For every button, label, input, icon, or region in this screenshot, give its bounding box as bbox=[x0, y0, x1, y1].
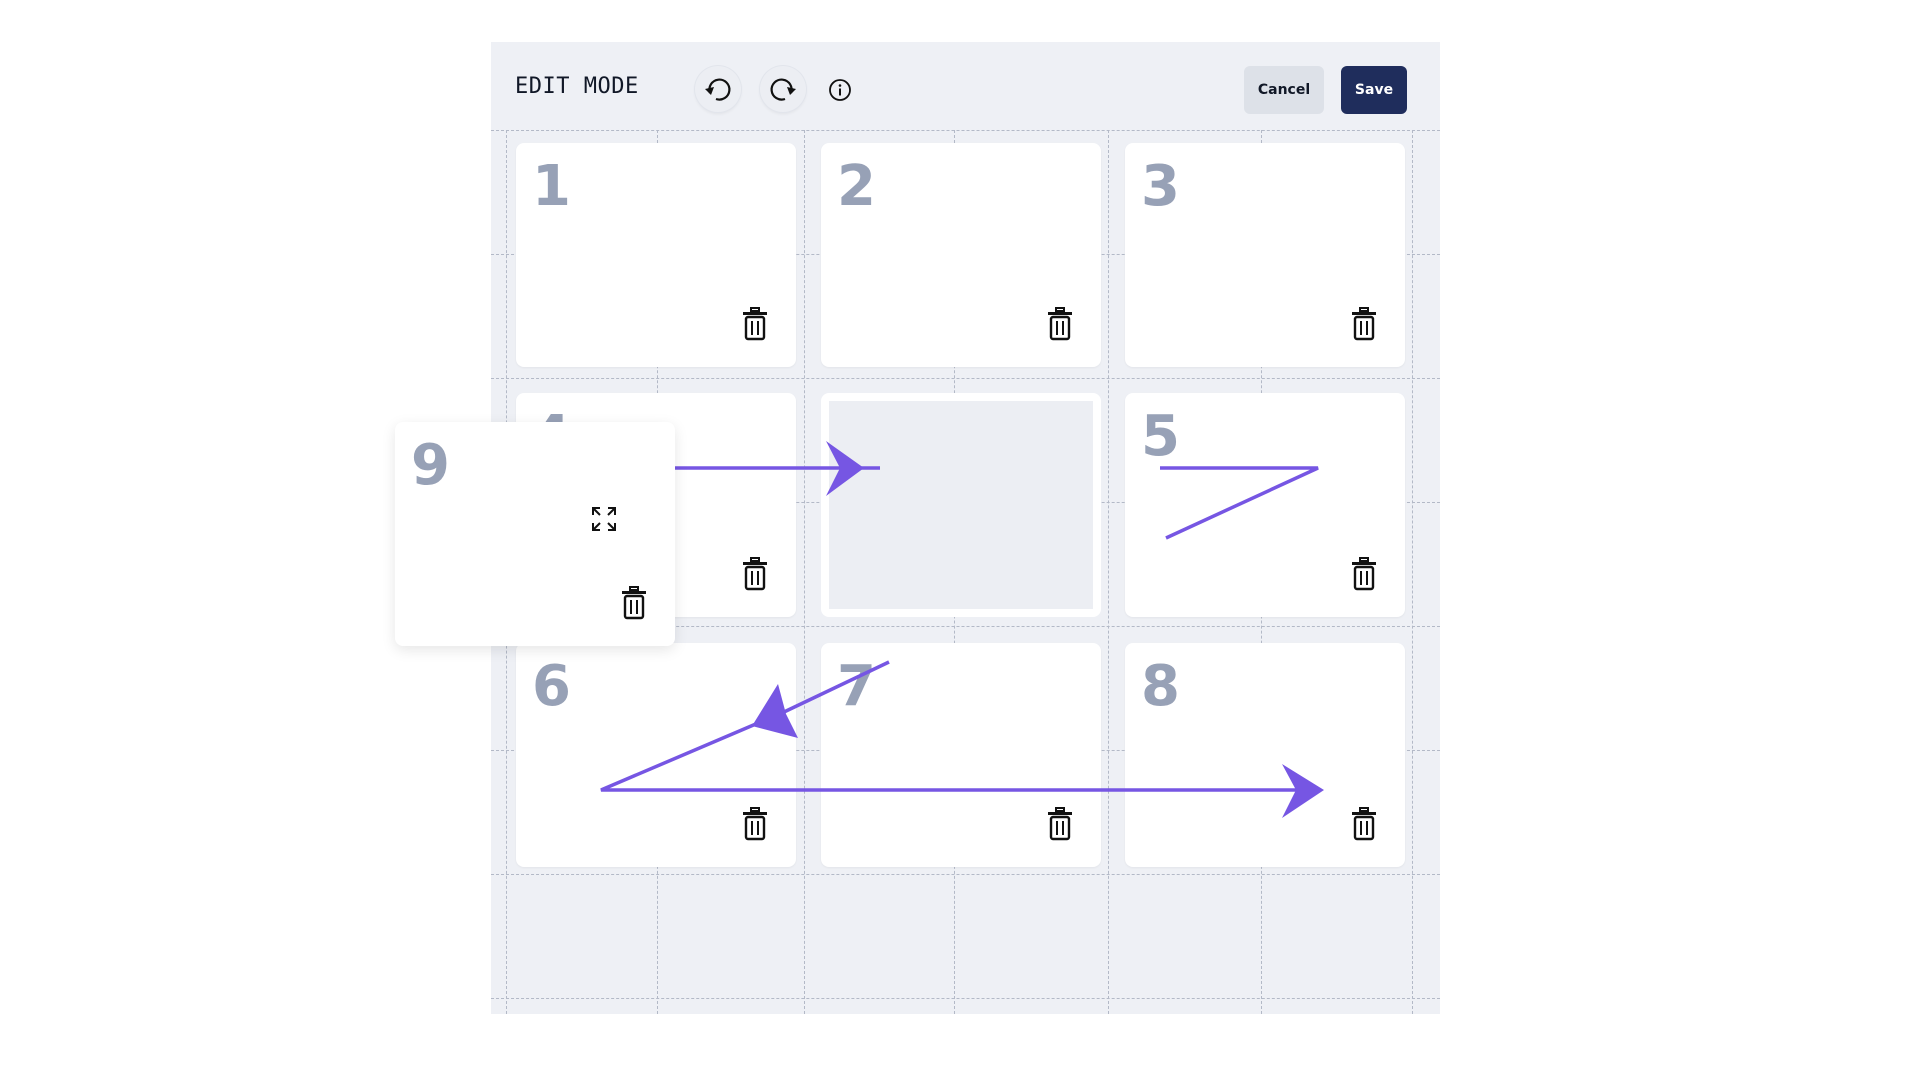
redo-button[interactable] bbox=[760, 66, 806, 112]
grid-guide bbox=[1412, 130, 1413, 1014]
grid-guide bbox=[491, 998, 1440, 999]
card-number: 2 bbox=[837, 154, 876, 219]
grid-guide bbox=[804, 130, 805, 1014]
card-number: 9 bbox=[411, 433, 450, 498]
trash-icon[interactable] bbox=[742, 807, 768, 841]
trash-icon[interactable] bbox=[1351, 807, 1377, 841]
trash-icon[interactable] bbox=[742, 557, 768, 591]
expand-icon[interactable] bbox=[591, 506, 617, 532]
trash-icon[interactable] bbox=[1047, 807, 1073, 841]
widget-card[interactable]: 2 bbox=[821, 143, 1101, 367]
drop-placeholder bbox=[821, 393, 1101, 617]
grid-guide bbox=[491, 874, 1440, 875]
card-number: 1 bbox=[532, 154, 571, 219]
card-number: 7 bbox=[837, 654, 876, 719]
widget-card[interactable]: 6 bbox=[516, 643, 796, 867]
drop-placeholder-area bbox=[829, 401, 1093, 609]
trash-icon[interactable] bbox=[1351, 307, 1377, 341]
card-number: 6 bbox=[532, 654, 571, 719]
cancel-button[interactable]: Cancel bbox=[1244, 66, 1324, 114]
undo-button[interactable] bbox=[695, 66, 741, 112]
widget-card[interactable]: 1 bbox=[516, 143, 796, 367]
card-number: 8 bbox=[1141, 654, 1180, 719]
redo-icon bbox=[770, 78, 796, 101]
grid-guide bbox=[491, 130, 1440, 131]
trash-icon[interactable] bbox=[621, 586, 647, 620]
grid-guide bbox=[1108, 130, 1109, 1014]
info-icon[interactable] bbox=[828, 78, 852, 102]
undo-icon bbox=[705, 78, 731, 101]
trash-icon[interactable] bbox=[1351, 557, 1377, 591]
dragged-widget-card[interactable]: 9 bbox=[395, 422, 675, 646]
card-number: 3 bbox=[1141, 154, 1180, 219]
save-button[interactable]: Save bbox=[1341, 66, 1407, 114]
toolbar: EDIT MODE Cancel Save bbox=[491, 42, 1440, 130]
widget-card[interactable]: 8 bbox=[1125, 643, 1405, 867]
widget-card[interactable]: 3 bbox=[1125, 143, 1405, 367]
page-title: EDIT MODE bbox=[515, 74, 639, 99]
grid-guide bbox=[491, 378, 1440, 379]
trash-icon[interactable] bbox=[1047, 307, 1073, 341]
widget-card[interactable]: 7 bbox=[821, 643, 1101, 867]
trash-icon[interactable] bbox=[742, 307, 768, 341]
widget-card[interactable]: 5 bbox=[1125, 393, 1405, 617]
card-number: 5 bbox=[1141, 404, 1180, 469]
